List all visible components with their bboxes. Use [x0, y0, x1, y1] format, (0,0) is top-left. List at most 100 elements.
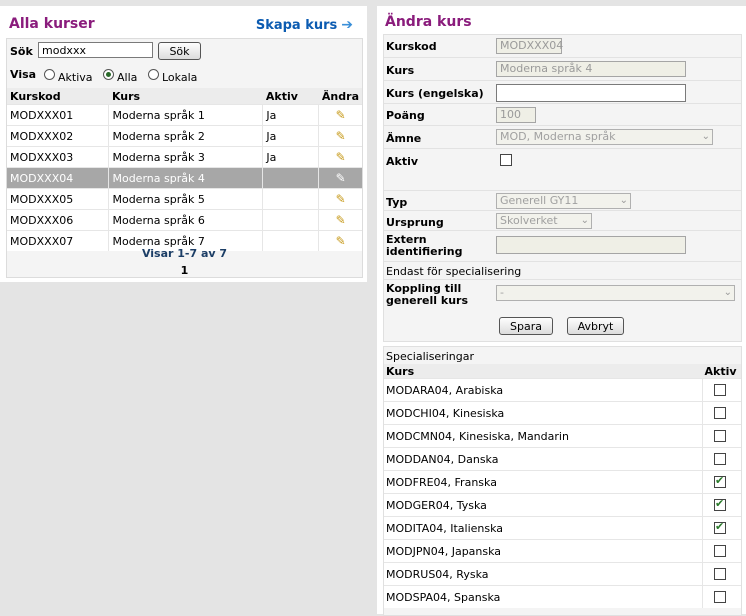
create-course-label: Skapa kurs	[255, 18, 338, 33]
specialization-active-cell	[702, 424, 741, 448]
save-button[interactable]: Spara	[499, 317, 553, 335]
table-row[interactable]: MODXXX01 Moderna språk 1 Ja ✎	[7, 104, 362, 126]
search-input[interactable]	[38, 42, 153, 58]
field-row-extern: Extern identifiering	[384, 230, 741, 262]
pencil-icon[interactable]: ✎	[318, 146, 362, 168]
specialization-active-checkbox[interactable]	[714, 545, 726, 557]
list-item: MODARA04, Arabiska	[384, 378, 741, 402]
create-course-link[interactable]: Skapa kurs ➔	[256, 17, 353, 33]
koppling-select-value: -	[500, 286, 504, 299]
field-row-typ: Typ Generell GY11 ⌄	[384, 190, 741, 211]
pager-text: Visar 1-7 av 7	[141, 247, 228, 260]
row-name: Moderna språk 6	[108, 209, 263, 231]
specialization-name: MODARA04, Arabiska	[384, 378, 703, 402]
kurs-label: Kurs	[386, 64, 415, 77]
chevron-down-icon: ⌄	[701, 131, 710, 142]
field-row-kurs: Kurs Moderna språk 4	[384, 57, 741, 81]
kurskod-label: Kurskod	[386, 40, 437, 53]
search-button[interactable]: Sök	[158, 42, 201, 60]
specialization-active-cell	[702, 493, 741, 517]
typ-label: Typ	[386, 196, 408, 209]
ursprung-select-value: Skolverket	[500, 214, 558, 227]
pencil-icon[interactable]: ✎	[318, 188, 362, 210]
specialization-name: MODCMN04, Kinesiska, Mandarin	[384, 424, 703, 448]
specialization-active-cell	[702, 562, 741, 586]
specialization-name: MODFRE04, Franska	[384, 470, 703, 494]
col-kurs: Kurs	[108, 88, 263, 105]
row-code: MODXXX06	[7, 209, 109, 231]
poang-label: Poäng	[386, 109, 425, 122]
kurs-en-input[interactable]	[496, 84, 686, 102]
typ-select: Generell GY11 ⌄	[496, 193, 631, 209]
row-name: Moderna språk 2	[108, 125, 263, 147]
specialization-active-cell	[702, 470, 741, 494]
pencil-icon[interactable]: ✎	[318, 104, 362, 126]
filter-radio-lokala[interactable]	[148, 69, 159, 80]
field-row-kurs-en: Kurs (engelska)	[384, 80, 741, 104]
kurskod-field: MODXXX04	[496, 38, 563, 54]
filter-radio-alla[interactable]	[103, 69, 114, 80]
pencil-icon[interactable]: ✎	[318, 209, 362, 231]
list-item: MODGER04, Tyska	[384, 493, 741, 517]
cancel-button[interactable]: Avbryt	[567, 317, 624, 335]
specialization-active-cell	[702, 401, 741, 425]
specialization-name: MODSPA04, Spanska	[384, 585, 703, 608]
filter-lokala-label: Lokala	[162, 71, 198, 84]
list-item: MODCMN04, Kinesiska, Mandarin	[384, 424, 741, 448]
course-list-title: Alla kurser	[9, 16, 95, 32]
row-active	[262, 167, 319, 189]
page-number[interactable]: 1	[7, 264, 362, 277]
table-row[interactable]: MODXXX02 Moderna språk 2 Ja ✎	[7, 125, 362, 147]
course-table: Kurskod Kurs Aktiv Ändra MODXXX01 Moderna…	[7, 88, 362, 251]
table-row-selected[interactable]: MODXXX04 Moderna språk 4 ✎	[7, 167, 362, 189]
extern-field	[496, 236, 686, 254]
field-row-kurskod: Kurskod MODXXX04	[384, 35, 741, 57]
list-item: MODJPN04, Japanska	[384, 539, 741, 563]
filter-alla-label: Alla	[117, 71, 138, 84]
specialization-active-checkbox[interactable]	[714, 430, 726, 442]
amne-select-value: MOD, Moderna språk	[500, 130, 616, 143]
col-spec-kurs: Kurs	[384, 364, 703, 379]
specialization-name: MODGER04, Tyska	[384, 493, 703, 517]
list-item: MODITA04, Italienska	[384, 516, 741, 540]
field-row-amne: Ämne MOD, Moderna språk ⌄	[384, 125, 741, 149]
pencil-icon[interactable]: ✎	[318, 167, 362, 189]
table-row[interactable]: MODXXX06 Moderna språk 6 ✎	[7, 209, 362, 231]
specialization-active-cell	[702, 447, 741, 471]
specialization-active-checkbox[interactable]	[714, 384, 726, 396]
row-code: MODXXX05	[7, 188, 109, 210]
row-active: Ja	[262, 125, 319, 147]
specializations-table: Kurs Aktiv MODARA04, Arabiska MODCHI04, K…	[384, 364, 741, 608]
course-table-header: Kurskod Kurs Aktiv Ändra	[7, 88, 362, 105]
row-active: Ja	[262, 104, 319, 126]
koppling-select: - ⌄	[496, 285, 735, 301]
chevron-down-icon: ⌄	[723, 287, 732, 298]
specialization-name: MODDAN04, Danska	[384, 447, 703, 471]
row-name: Moderna språk 1	[108, 104, 263, 126]
filter-radio-aktiva[interactable]	[44, 69, 55, 80]
row-code: MODXXX01	[7, 104, 109, 126]
specialization-active-checkbox[interactable]	[714, 591, 726, 603]
row-name: Moderna språk 3	[108, 146, 263, 168]
pencil-icon[interactable]: ✎	[318, 125, 362, 147]
specialization-name: MODJPN04, Japanska	[384, 539, 703, 563]
specialization-active-cell	[702, 585, 741, 608]
edit-course-title: Ändra kurs	[385, 14, 472, 30]
aktiv-checkbox[interactable]	[500, 154, 512, 166]
specialization-active-checkbox[interactable]	[714, 497, 726, 511]
specialization-active-checkbox[interactable]	[714, 474, 726, 488]
edit-course-panel: Ändra kurs Kurskod MODXXX04 Kurs Moderna…	[377, 6, 746, 616]
table-row[interactable]: MODXXX03 Moderna språk 3 Ja ✎	[7, 146, 362, 168]
col-spec-aktiv: Aktiv	[702, 364, 741, 379]
kurs-en-label: Kurs (engelska)	[386, 87, 484, 100]
specialization-active-checkbox[interactable]	[714, 407, 726, 419]
table-row[interactable]: MODXXX05 Moderna språk 5 ✎	[7, 188, 362, 210]
specialization-active-cell	[702, 516, 741, 540]
specialization-active-checkbox[interactable]	[714, 520, 726, 534]
specialization-active-checkbox[interactable]	[714, 453, 726, 465]
amne-select: MOD, Moderna språk ⌄	[496, 129, 713, 145]
specialization-active-checkbox[interactable]	[714, 568, 726, 580]
special-note: Endast för specialisering	[386, 265, 522, 278]
specializations-title: Specialiseringar	[386, 350, 474, 363]
col-kurskod: Kurskod	[7, 88, 109, 105]
